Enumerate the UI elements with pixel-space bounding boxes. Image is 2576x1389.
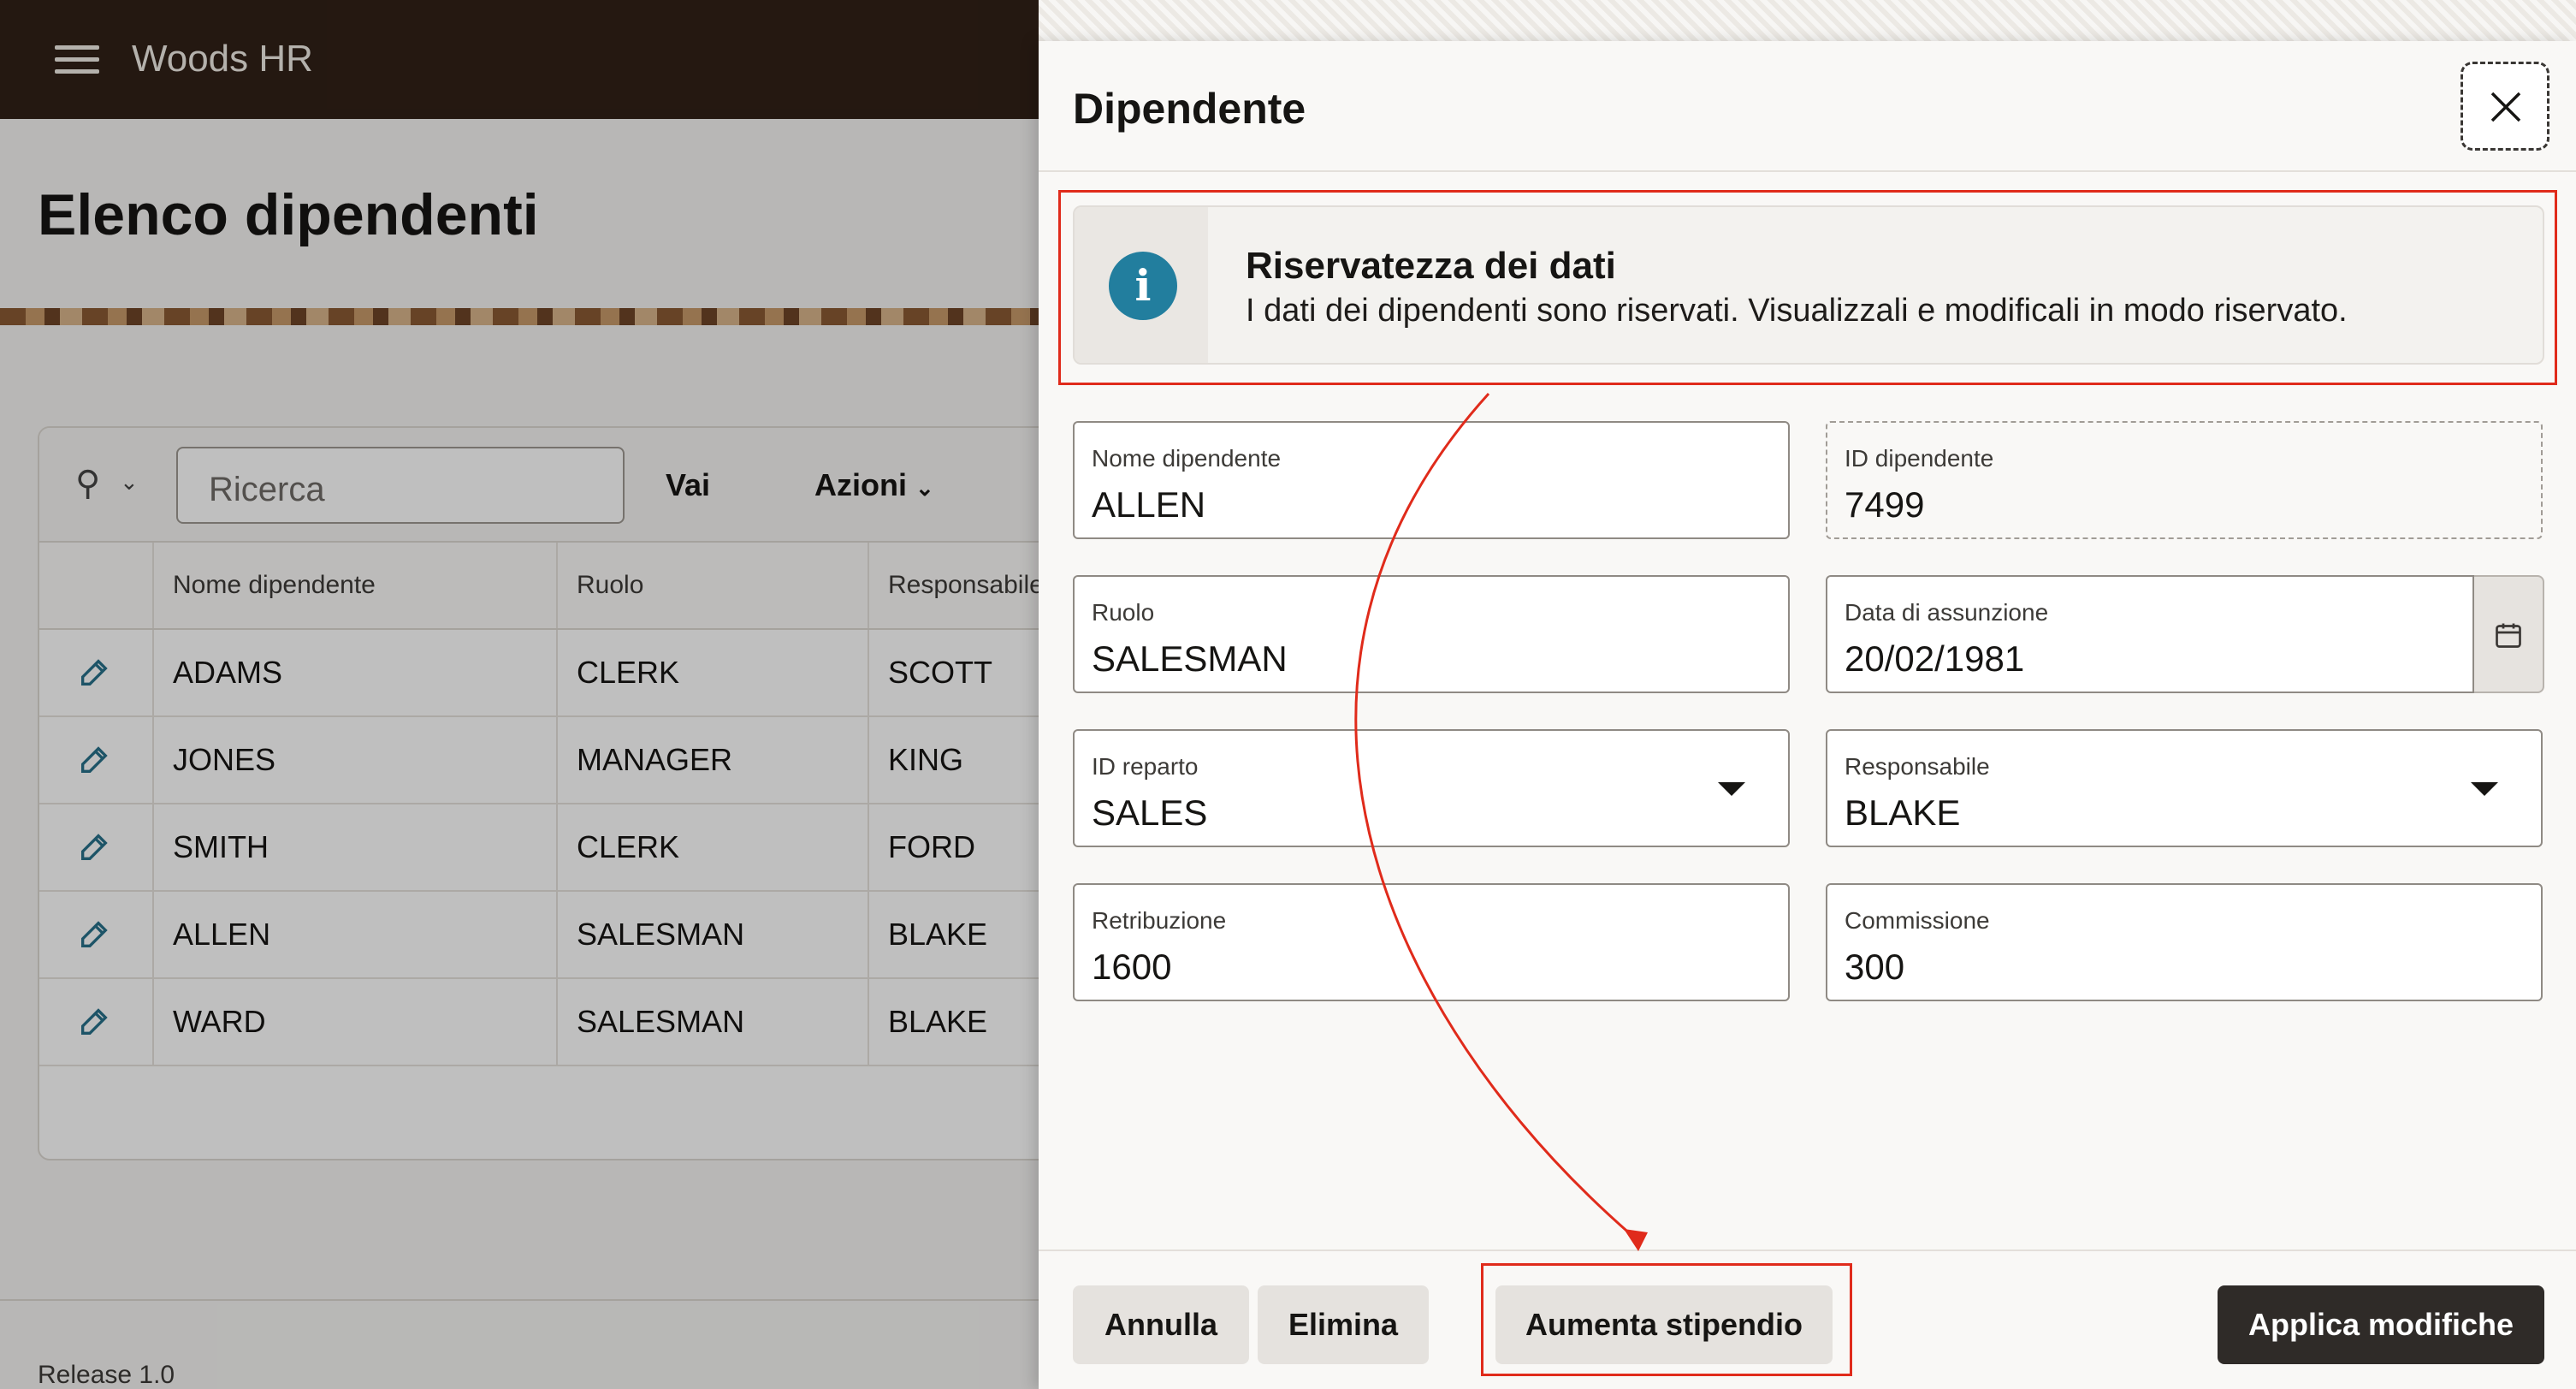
calendar-button[interactable] [2474,575,2544,693]
dialog-title: Dipendente [1073,85,1306,133]
salary-field[interactable]: Retribuzione 1600 [1073,883,1790,1001]
department-select[interactable]: ID reparto SALES [1073,729,1790,847]
button-highlight-box [1481,1263,1852,1376]
field-label: Ruolo [1092,599,1155,626]
field-value[interactable]: 300 [1845,947,1904,988]
calendar-icon [2496,623,2521,648]
field-value[interactable]: SALESMAN [1092,638,1288,680]
commission-field[interactable]: Commissione 300 [1826,883,2543,1001]
apply-changes-button[interactable]: Applica modifiche [2218,1285,2544,1364]
field-value[interactable]: SALES [1092,792,1207,834]
field-value[interactable]: ALLEN [1092,484,1205,525]
field-value[interactable]: 20/02/1981 [1845,638,2024,680]
hire-date-field[interactable]: Data di assunzione 20/02/1981 [1826,575,2474,693]
field-label: ID dipendente [1845,445,1994,472]
dialog-header: Dipendente [1039,41,2576,172]
field-label: Responsabile [1845,753,1990,780]
field-label: Nome dipendente [1092,445,1282,472]
decorative-pattern [1039,0,2576,41]
employee-id-field: ID dipendente 7499 [1826,421,2543,539]
field-value: 7499 [1845,484,1925,525]
alert-highlight-box [1058,190,2557,385]
close-icon [2490,92,2521,122]
close-button[interactable] [2461,62,2549,151]
cancel-button[interactable]: Annulla [1073,1285,1249,1364]
manager-select[interactable]: Responsabile BLAKE [1826,729,2543,847]
delete-button[interactable]: Elimina [1258,1285,1429,1364]
field-value[interactable]: 1600 [1092,947,1171,988]
employee-name-field[interactable]: Nome dipendente ALLEN [1073,421,1790,539]
field-label: Commissione [1845,907,1990,934]
field-label: Retribuzione [1092,907,1227,934]
modal-overlay[interactable] [0,0,1039,1389]
field-value[interactable]: BLAKE [1845,792,1960,834]
field-label: ID reparto [1092,753,1199,780]
field-label: Data di assunzione [1845,599,2049,626]
role-field[interactable]: Ruolo SALESMAN [1073,575,1790,693]
caret-down-icon[interactable] [2471,782,2498,796]
caret-down-icon[interactable] [1718,782,1745,796]
